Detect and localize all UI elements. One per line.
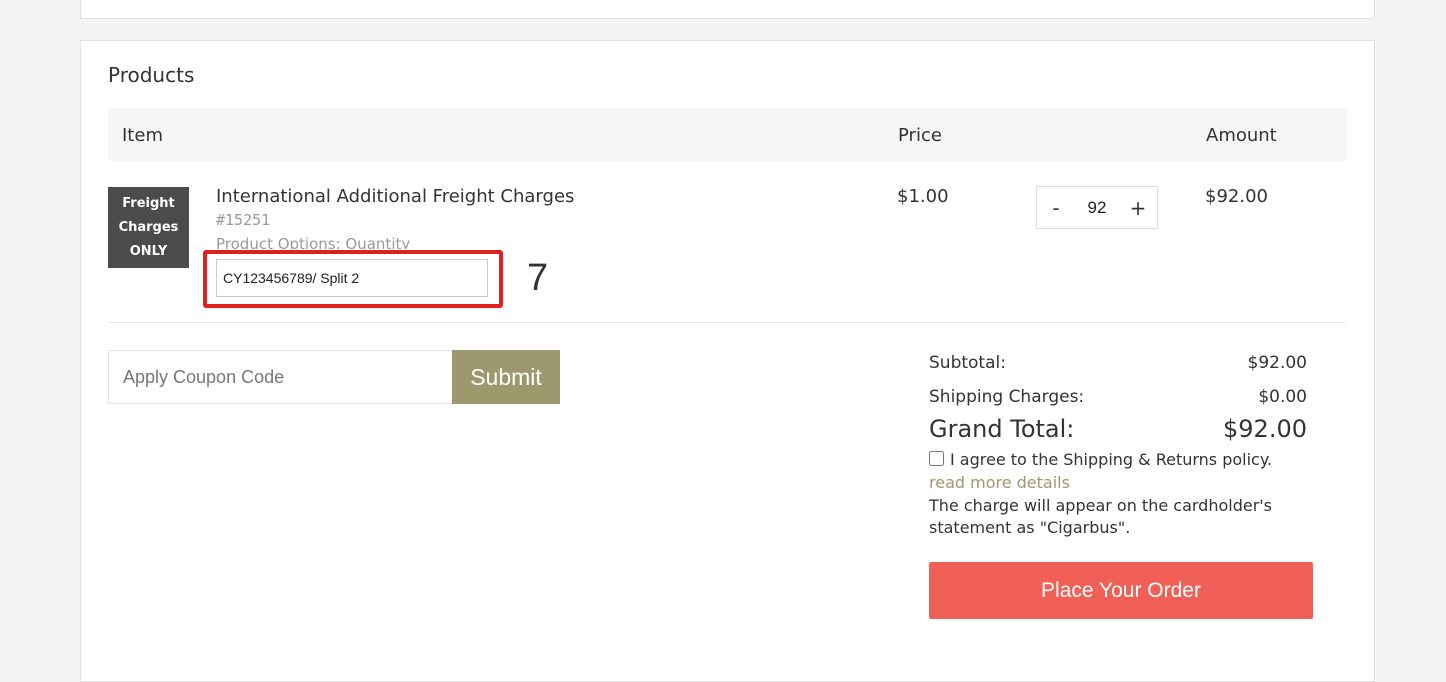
column-item: Item	[122, 125, 163, 146]
grand-total-label: Grand Total:	[929, 415, 1075, 443]
grand-total-value: $92.00	[1223, 415, 1307, 443]
previous-section-card	[80, 0, 1375, 19]
column-price: Price	[898, 125, 942, 146]
products-table-header: Item Price Amount	[108, 108, 1347, 161]
shipping-value: $0.00	[1258, 387, 1307, 407]
coupon-code-input[interactable]	[108, 350, 453, 404]
charge-note: The charge will appear on the cardholder…	[929, 496, 1273, 537]
subtotal-row: Subtotal: $92.00	[929, 353, 1307, 373]
agree-policy: I agree to the Shipping & Returns policy…	[929, 450, 1272, 469]
product-name: International Additional Freight Charges	[216, 186, 575, 207]
product-image: Freight Charges ONLY	[108, 187, 189, 268]
row-divider	[108, 322, 1347, 323]
product-amount: $92.00	[1205, 186, 1268, 207]
quantity-increase-button[interactable]: +	[1119, 187, 1157, 228]
subtotal-value: $92.00	[1247, 353, 1307, 373]
quantity-stepper: - +	[1036, 186, 1158, 229]
agree-checkbox[interactable]	[929, 451, 944, 466]
read-more-link[interactable]: read more details	[929, 473, 1070, 492]
column-amount: Amount	[1206, 125, 1277, 146]
place-order-button[interactable]: Place Your Order	[929, 562, 1313, 619]
shipping-label: Shipping Charges:	[929, 387, 1085, 407]
product-options-input[interactable]	[216, 259, 488, 297]
product-price: $1.00	[897, 186, 949, 207]
products-title: Products	[108, 63, 195, 87]
product-image-line: Charges	[118, 219, 179, 235]
agree-text: I agree to the Shipping & Returns policy…	[950, 450, 1273, 469]
products-card: Products Item Price Amount Freight Charg…	[80, 40, 1375, 682]
subtotal-label: Subtotal:	[929, 353, 1006, 373]
product-sku: #15251	[216, 211, 271, 229]
quantity-decrease-button[interactable]: -	[1037, 187, 1075, 228]
coupon-submit-button[interactable]: Submit	[452, 350, 560, 404]
annotation-number: 7	[527, 257, 549, 299]
product-options-label: Product Options: Quantity	[216, 235, 411, 249]
product-image-line: Freight	[122, 195, 175, 211]
grand-total-row: Grand Total: $92.00	[929, 415, 1307, 443]
shipping-row: Shipping Charges: $0.00	[929, 387, 1307, 407]
quantity-input[interactable]	[1075, 196, 1119, 219]
product-image-line: ONLY	[129, 243, 168, 259]
